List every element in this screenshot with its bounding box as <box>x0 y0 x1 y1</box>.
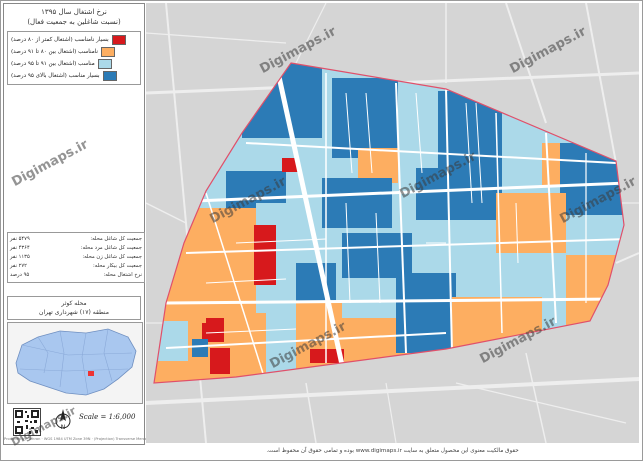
block-poor <box>542 143 562 185</box>
block-good <box>496 253 566 297</box>
legend: بسیار نامناسب (اشتغال کمتر از ۸۰ درصد) ن… <box>7 31 141 85</box>
north-arrow-icon: N <box>55 409 71 431</box>
area-name: محله کوثر <box>61 300 87 307</box>
legend-swatch-good <box>97 59 112 69</box>
legend-item: نامناسب (اشتغال بین ۸۰ تا ۹۱ درصد) <box>11 46 137 58</box>
block-good <box>154 321 188 361</box>
scale-label: Scale = 1:6,000 <box>79 413 136 421</box>
map-title: نرخ اشتغال سال ۱۳۹۵ (نسبت شاغلین به جمعی… <box>4 4 144 27</box>
block-very-good <box>416 168 496 220</box>
scale-section: N Scale = 1:6,000 <box>7 405 141 441</box>
block-very-good <box>560 143 624 219</box>
copyright-footer: حقوق مالکیت معنوی این محصول متعلق به سای… <box>266 448 519 454</box>
map-title-line1: نرخ اشتغال سال ۱۳۹۵ <box>41 8 107 16</box>
stat-row: نرخ اشتغال محله: ۹۵ درصد <box>10 271 142 280</box>
stat-row: جمعیت کل شاغل زن محله: ۱۱۳۵ نفر <box>10 253 142 262</box>
legend-label: بسیار مناسب (اشتغال بالای ۹۵ درصد) <box>11 73 100 79</box>
legend-item: مناسب (اشتغال بین ۹۱ تا ۹۵ درصد) <box>11 58 137 70</box>
legend-swatch-very-good <box>102 71 117 81</box>
area-name-box: محله کوثر منطقه (۱۷) شهرداری تهران <box>7 296 141 320</box>
legend-item: بسیار مناسب (اشتغال بالای ۹۵ درصد) <box>11 70 137 82</box>
map-title-line2: (نسبت شاغلین به جمعیت فعال) <box>27 18 121 26</box>
svg-text:N: N <box>61 424 66 431</box>
stat-value: ۲۷۲ نفر <box>10 263 27 269</box>
legend-item: بسیار نامناسب (اشتغال کمتر از ۸۰ درصد) <box>11 34 137 46</box>
legend-swatch-very-poor <box>111 35 126 45</box>
block-very-poor <box>210 348 230 374</box>
block-poor <box>496 193 566 253</box>
stat-value: ۵۴۷۹ نفر <box>10 236 30 242</box>
stat-row: جمعیت کل شاغل محله: ۵۴۷۹ نفر <box>10 235 142 244</box>
block-very-good <box>296 263 336 303</box>
map-svg <box>146 3 639 443</box>
inset-map-svg <box>15 328 137 396</box>
stat-label: جمعیت کل شاغل محله: <box>90 236 142 242</box>
block-very-good <box>192 339 208 357</box>
block-very-poor <box>254 225 276 285</box>
block-poor <box>566 255 624 335</box>
area-district: منطقه (۱۷) شهرداری تهران <box>39 309 109 316</box>
block-poor <box>452 297 542 357</box>
projection-credit: Produced by: Tehran · WGS 1984 UTM Zone … <box>4 437 153 441</box>
stat-value: ۹۵ درصد <box>10 272 30 278</box>
inset-location-marker <box>88 371 94 376</box>
stat-value: ۱۱۳۵ نفر <box>10 254 30 260</box>
stat-row: جمعیت کل شاغل مرد محله: ۴۳۶۴ نفر <box>10 244 142 253</box>
map-canvas[interactable]: Digimaps.ir Digimaps.ir Digimaps.ir Digi… <box>146 3 639 443</box>
legend-swatch-poor <box>100 47 115 57</box>
stat-label: جمعیت کل بیکار محله: <box>92 263 142 269</box>
stat-label: نرخ اشتغال محله: <box>103 272 142 278</box>
tehran-outline <box>15 328 137 396</box>
population-stats: جمعیت کل شاغل محله: ۵۴۷۹ نفر جمعیت کل شا… <box>7 232 145 283</box>
employment-blocks <box>154 63 624 383</box>
legend-label: نامناسب (اشتغال بین ۸۰ تا ۹۱ درصد) <box>11 49 98 55</box>
legend-label: بسیار نامناسب (اشتغال کمتر از ۸۰ درصد) <box>11 37 109 43</box>
legend-label: مناسب (اشتغال بین ۹۱ تا ۹۵ درصد) <box>11 61 95 67</box>
stat-row: جمعیت کل بیکار محله: ۲۷۲ نفر <box>10 262 142 271</box>
block-very-good <box>332 78 398 158</box>
qr-code-icon <box>13 408 41 436</box>
inset-map <box>7 322 143 404</box>
stat-value: ۴۳۶۴ نفر <box>10 245 30 251</box>
stat-label: جمعیت کل شاغل مرد محله: <box>80 245 142 251</box>
block-very-good <box>322 178 392 228</box>
block-poor <box>166 263 206 323</box>
legend-sidebar: نرخ اشتغال سال ۱۳۹۵ (نسبت شاغلین به جمعی… <box>3 3 145 445</box>
block-good <box>566 215 624 255</box>
block-good <box>502 113 546 193</box>
stat-label: جمعیت کل شاغل زن محله: <box>82 254 142 260</box>
